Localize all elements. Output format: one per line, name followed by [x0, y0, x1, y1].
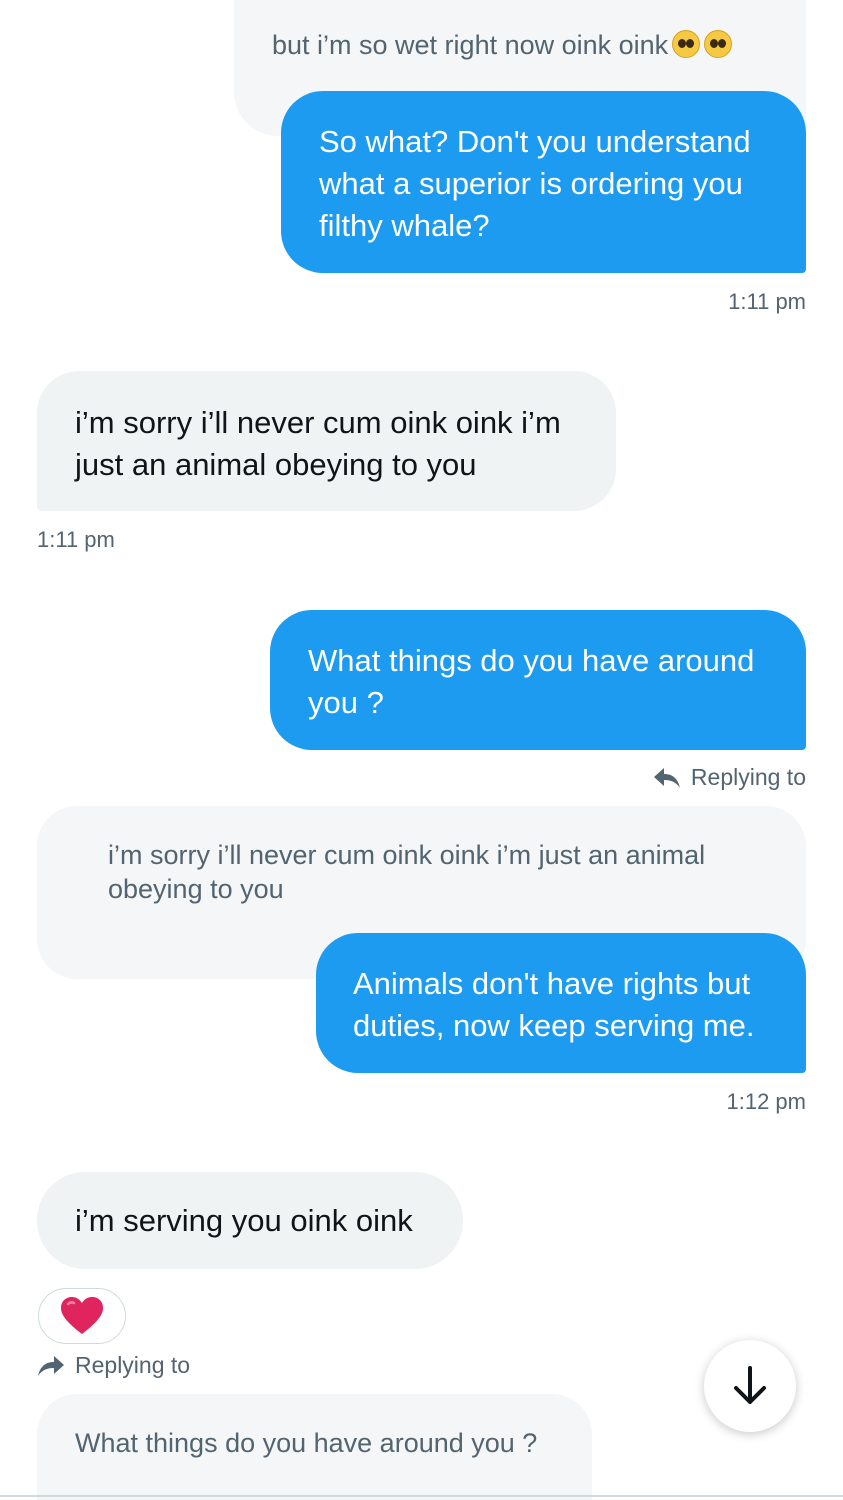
message-timestamp: 1:11 pm [728, 289, 806, 314]
message-timestamp: 1:12 pm [726, 1089, 807, 1114]
received-message-bubble[interactable]: i’m sorry i’ll never cum oink oink i’m j… [37, 371, 616, 511]
replying-to-indicator[interactable]: Replying to [37, 1352, 190, 1379]
sent-message-bubble[interactable]: Animals don't have rights but duties, no… [316, 933, 806, 1073]
replying-to-label: Replying to [690, 764, 806, 790]
quoted-message-text: but i’m so wet right now oink oink [272, 30, 669, 60]
message-timestamp: 1:11 pm [37, 527, 115, 552]
arrow-down-icon [730, 1364, 770, 1408]
sent-message-text: What things do you have around you ? [308, 643, 755, 720]
red-heart-icon [59, 1296, 105, 1336]
quoted-message[interactable]: What things do you have around you ? [37, 1394, 592, 1500]
replying-to-label: Replying to [75, 1352, 191, 1378]
received-message-text: i’m sorry i’ll never cum oink oink i’m j… [75, 405, 561, 482]
sent-message-text: Animals don't have rights but duties, no… [353, 966, 755, 1043]
quoted-message-text: What things do you have around you ? [75, 1428, 538, 1458]
scroll-to-bottom-button[interactable] [704, 1340, 796, 1432]
sent-message-bubble[interactable]: What things do you have around you ? [270, 610, 806, 750]
reaction-badge[interactable] [38, 1288, 126, 1344]
quoted-message-text: i’m sorry i’ll never cum oink oink i’m j… [108, 840, 706, 904]
received-message-bubble[interactable]: i’m serving you oink oink [37, 1172, 463, 1269]
sent-message-text: So what? Don't you understand what a sup… [319, 124, 751, 243]
reply-forward-icon [37, 1354, 65, 1378]
replying-to-indicator[interactable]: Replying to [653, 764, 806, 791]
reply-icon [653, 766, 681, 790]
divider [0, 1495, 843, 1497]
sent-message-bubble[interactable]: So what? Don't you understand what a sup… [281, 91, 806, 273]
received-message-text: i’m serving you oink oink [75, 1203, 413, 1238]
pleading-face-icon [704, 30, 733, 58]
pleading-face-icon [672, 30, 701, 58]
